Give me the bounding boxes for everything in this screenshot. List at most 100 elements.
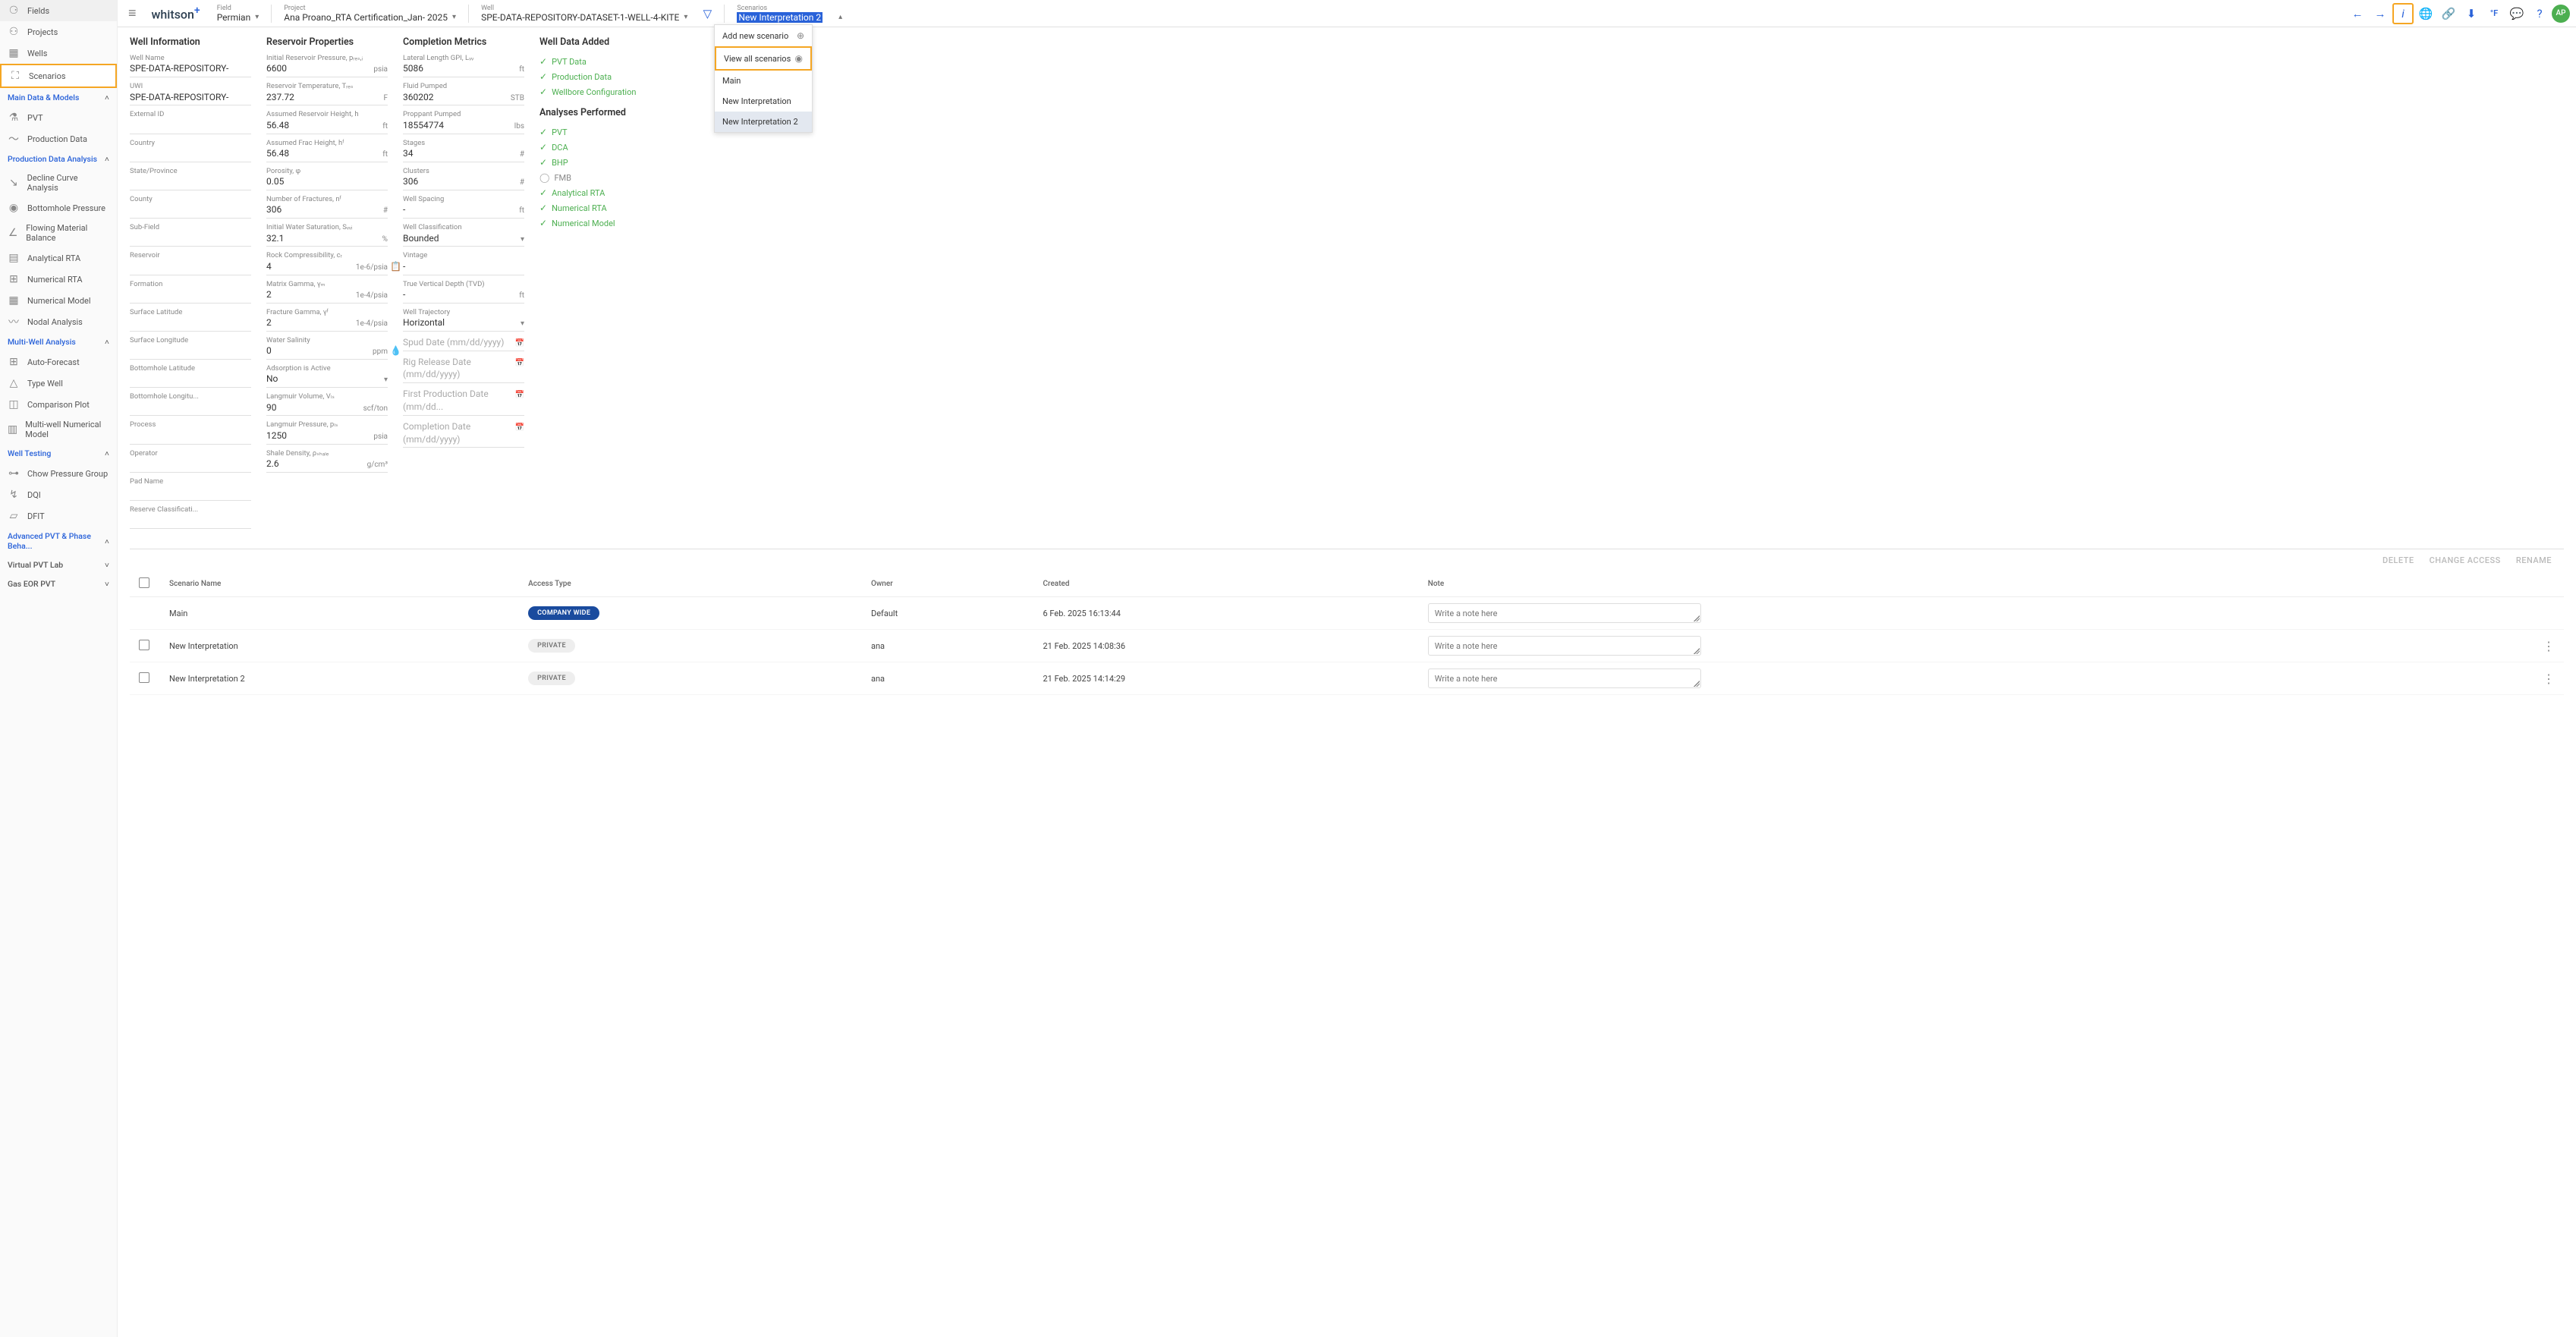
field[interactable]: Proppant Pumped18554774lbs (403, 110, 524, 134)
calendar-icon[interactable]: 📅 (515, 391, 524, 399)
link-icon[interactable]: 🔗 (2438, 3, 2459, 24)
field[interactable]: Vintage- (403, 251, 524, 275)
date-field[interactable]: Completion Date (mm/dd/yyyy)📅 (403, 420, 524, 448)
section-pda[interactable]: Production Data Analysis˄ (0, 149, 117, 168)
field[interactable]: Initial Water Saturation, Sᵥᵥᵢ32.1% (266, 223, 388, 247)
note-input[interactable] (1428, 636, 1701, 656)
field[interactable]: Formation (130, 280, 251, 304)
field[interactable]: Rock Compressibility, cᵣ41e-6/psia📋 (266, 251, 388, 275)
field[interactable]: Shale Density, ρₛₕₐₗₑ2.6g/cm³ (266, 449, 388, 473)
field[interactable]: Reservoir Temperature, Tᵣₑₛ237.72F (266, 82, 388, 105)
globe-icon[interactable]: 🌐 (2415, 3, 2436, 24)
field[interactable]: Reservoir (130, 251, 251, 275)
delete-button[interactable]: DELETE (2383, 555, 2414, 565)
crumb-project[interactable]: Project Ana Proano_RTA Certification_Jan… (278, 5, 462, 23)
field[interactable]: Well NameSPE-DATA-REPOSITORY- (130, 54, 251, 77)
sidebar-typewell[interactable]: △Type Well (0, 373, 117, 394)
sidebar-fields[interactable]: ⚆Fields (0, 0, 117, 21)
field[interactable]: Fluid Pumped360202STB (403, 82, 524, 105)
more-icon[interactable]: ⋮ (2543, 672, 2555, 686)
dd-new-interp[interactable]: New Interpretation (715, 91, 812, 112)
help-icon[interactable]: ? (2529, 3, 2550, 24)
sidebar-dqi[interactable]: ↯DQI (0, 484, 117, 505)
dd-view-all[interactable]: View all scenarios◉ (715, 46, 812, 71)
section-advpvt[interactable]: Advanced PVT & Phase Beha...˄ (0, 527, 117, 555)
field[interactable]: County (130, 195, 251, 219)
unit-toggle[interactable]: °F (2483, 3, 2505, 24)
field[interactable]: Initial Reservoir Pressure, pᵣₑₛ,ᵢ6600ps… (266, 54, 388, 77)
section-gaseor[interactable]: Gas EOR PVT˅ (0, 574, 117, 593)
field[interactable]: Surface Longitude (130, 336, 251, 360)
sidebar-dca[interactable]: ↘Decline Curve Analysis (0, 168, 117, 197)
sidebar-mwnm[interactable]: ▥Multi-well Numerical Model (0, 415, 117, 444)
field[interactable]: Clusters306# (403, 167, 524, 190)
sidebar-production-data[interactable]: 〜Production Data (0, 128, 117, 149)
field[interactable]: Adsorption is ActiveNo▾ (266, 364, 388, 388)
field[interactable]: Water Salinity0ppm💧 (266, 336, 388, 360)
field[interactable]: Process (130, 420, 251, 444)
note-input[interactable] (1428, 668, 1701, 688)
section-mwa[interactable]: Multi-Well Analysis˄ (0, 332, 117, 351)
chat-icon[interactable]: 💬 (2506, 3, 2527, 24)
field[interactable]: Country (130, 139, 251, 162)
avatar[interactable]: AP (2552, 5, 2570, 23)
checkbox[interactable] (139, 577, 149, 588)
field[interactable]: Operator (130, 449, 251, 473)
sidebar-wells[interactable]: ▦Wells (0, 42, 117, 64)
section-welltesting[interactable]: Well Testing˄ (0, 444, 117, 463)
field[interactable]: Pad Name (130, 477, 251, 501)
field-icon[interactable]: 📋 (390, 261, 401, 272)
sidebar-chow[interactable]: ⊶Chow Pressure Group (0, 463, 117, 484)
dd-new-interp-2[interactable]: New Interpretation 2 (715, 112, 812, 132)
field[interactable]: Fracture Gamma, γᶠ21e-4/psia (266, 308, 388, 332)
sidebar-pvt[interactable]: ⚗PVT (0, 107, 117, 128)
field[interactable]: External ID (130, 110, 251, 134)
filter-icon[interactable]: ▽ (697, 3, 718, 24)
field[interactable]: Stages34# (403, 139, 524, 162)
rename-button[interactable]: RENAME (2516, 555, 2552, 565)
download-icon[interactable]: ⬇ (2461, 3, 2482, 24)
calendar-icon[interactable]: 📅 (515, 339, 524, 348)
calendar-icon[interactable]: 📅 (515, 359, 524, 367)
calendar-icon[interactable]: 📅 (515, 423, 524, 432)
field[interactable]: UWISPE-DATA-REPOSITORY- (130, 82, 251, 105)
more-icon[interactable]: ⋮ (2543, 639, 2555, 653)
field[interactable]: True Vertical Depth (TVD)-ft (403, 280, 524, 304)
sidebar-nm[interactable]: ▦Numerical Model (0, 290, 117, 311)
section-virtualpvt[interactable]: Virtual PVT Lab˅ (0, 555, 117, 574)
sidebar-fmb[interactable]: ∠Flowing Material Balance (0, 219, 117, 247)
date-field[interactable]: Spud Date (mm/dd/yyyy)📅 (403, 336, 524, 351)
forward-button[interactable]: → (2370, 3, 2391, 24)
change-access-button[interactable]: CHANGE ACCESS (2430, 555, 2501, 565)
dd-add-scenario[interactable]: Add new scenario⊕ (715, 25, 812, 46)
sidebar-bhp[interactable]: ◉Bottomhole Pressure (0, 197, 117, 219)
note-input[interactable] (1428, 603, 1701, 623)
field[interactable]: Well ClassificationBounded▾ (403, 223, 524, 247)
sidebar-comparison[interactable]: ◫Comparison Plot (0, 394, 117, 415)
field[interactable]: Well Spacing-ft (403, 195, 524, 219)
field[interactable]: Bottomhole Latitude (130, 364, 251, 388)
field[interactable]: Number of Fractures, nᶠ306# (266, 195, 388, 219)
field[interactable]: Langmuir Volume, Vₗₛ90scf/ton (266, 392, 388, 416)
info-button[interactable]: i (2392, 3, 2414, 24)
field[interactable]: Assumed Reservoir Height, h56.48ft (266, 110, 388, 134)
field[interactable]: Matrix Gamma, γₘ21e-4/psia (266, 280, 388, 304)
date-field[interactable]: First Production Date (mm/dd...📅 (403, 388, 524, 416)
field[interactable]: Langmuir Pressure, pₗₛ1250psia (266, 420, 388, 444)
field[interactable]: Surface Latitude (130, 308, 251, 332)
field[interactable]: State/Province (130, 167, 251, 190)
field[interactable]: Reserve Classificati... (130, 505, 251, 529)
crumb-scenarios[interactable]: Scenarios New Interpretation 2 ▴ (731, 5, 848, 23)
section-main-data[interactable]: Main Data & Models˄ (0, 88, 117, 107)
field[interactable]: Well TrajectoryHorizontal▾ (403, 308, 524, 332)
crumb-field[interactable]: Field Permian ▾ (211, 5, 266, 23)
checkbox[interactable] (139, 640, 149, 650)
sidebar-scenarios[interactable]: ⛶Scenarios (0, 64, 117, 88)
field[interactable]: Bottomhole Longitu... (130, 392, 251, 416)
sidebar-projects[interactable]: ⚇Projects (0, 21, 117, 42)
menu-icon[interactable]: ≡ (124, 5, 141, 21)
field[interactable]: Lateral Length GPI, Lᵥᵥ5086ft (403, 54, 524, 77)
field-icon[interactable]: 💧 (390, 345, 401, 356)
date-field[interactable]: Rig Release Date (mm/dd/yyyy)📅 (403, 356, 524, 384)
sidebar-dfit[interactable]: ▱DFIT (0, 505, 117, 527)
